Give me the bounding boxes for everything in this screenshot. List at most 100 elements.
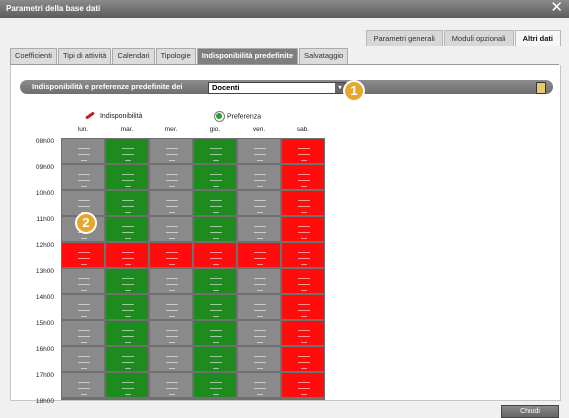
time-slot-cell[interactable] <box>105 190 149 216</box>
time-slot-cell[interactable] <box>281 138 325 164</box>
time-slot-cell[interactable] <box>281 320 325 346</box>
time-slot-cell[interactable] <box>105 138 149 164</box>
time-slot-cell[interactable] <box>193 242 237 268</box>
cell-marker <box>169 368 175 369</box>
time-slot-cell[interactable] <box>193 294 237 320</box>
time-slot-cell[interactable] <box>149 164 193 190</box>
tab-5[interactable]: Salvataggio <box>299 48 349 64</box>
day-label: lun. <box>77 126 89 133</box>
time-slot-cell[interactable] <box>105 164 149 190</box>
tab-1[interactable]: Tipi di attività <box>57 48 112 64</box>
time-slot-cell[interactable] <box>281 268 325 294</box>
time-slot-cell[interactable] <box>149 372 193 398</box>
legend-unavailable[interactable]: Indisponibilità <box>84 111 142 121</box>
time-label: 11h00 <box>36 216 54 223</box>
tab-0[interactable]: Coefficienti <box>10 48 57 64</box>
time-slot-cell[interactable] <box>281 190 325 216</box>
cell-marker <box>125 186 131 187</box>
time-slot-cell[interactable] <box>237 346 281 372</box>
time-slot-cell[interactable] <box>149 346 193 372</box>
time-slot-cell[interactable] <box>61 320 105 346</box>
cell-marker <box>210 388 222 389</box>
time-slot-cell[interactable] <box>149 398 193 400</box>
resource-type-select[interactable]: Docenti ▾ <box>208 82 346 94</box>
cell-marker <box>213 238 219 239</box>
time-slot-cell[interactable] <box>281 372 325 398</box>
subtab-2[interactable]: Altri dati <box>514 30 561 46</box>
time-slot-cell[interactable] <box>237 372 281 398</box>
time-slot-cell[interactable] <box>237 216 281 242</box>
time-slot-cell[interactable] <box>105 346 149 372</box>
time-slot-cell[interactable] <box>193 398 237 400</box>
time-slot-cell[interactable] <box>105 294 149 320</box>
time-slot-cell[interactable] <box>149 268 193 294</box>
time-slot-cell[interactable] <box>193 164 237 190</box>
trash-icon[interactable] <box>536 82 546 94</box>
cell-marker <box>301 186 307 187</box>
time-slot-cell[interactable] <box>61 294 105 320</box>
time-slot-cell[interactable] <box>61 242 105 268</box>
time-slot-cell[interactable] <box>237 138 281 164</box>
time-slot-cell[interactable] <box>61 164 105 190</box>
close-icon[interactable]: ✕ <box>550 0 563 17</box>
time-slot-cell[interactable] <box>237 268 281 294</box>
time-slot-cell[interactable] <box>105 398 149 400</box>
time-slot-cell[interactable] <box>281 216 325 242</box>
tab-2[interactable]: Calendari <box>112 48 155 64</box>
time-slot-cell[interactable] <box>61 138 105 164</box>
close-button[interactable]: Chiudi <box>501 405 559 418</box>
subtab-0[interactable]: Parametri generali <box>365 30 443 46</box>
time-slot-cell[interactable] <box>237 190 281 216</box>
window-title: Parametri della base dati <box>6 4 101 13</box>
time-slot-cell[interactable] <box>149 320 193 346</box>
time-slot-cell[interactable] <box>193 346 237 372</box>
time-slot-cell[interactable] <box>237 398 281 400</box>
time-slot-cell[interactable] <box>61 268 105 294</box>
time-slot-cell[interactable] <box>193 190 237 216</box>
time-slot-cell[interactable] <box>105 372 149 398</box>
time-slot-cell[interactable] <box>61 398 105 400</box>
time-slot-cell[interactable] <box>105 320 149 346</box>
time-slot-cell[interactable] <box>149 190 193 216</box>
cell-marker <box>166 362 178 363</box>
tab-3[interactable]: Tipologie <box>155 48 196 64</box>
tab-4[interactable]: Indisponibilità predefinite <box>196 48 299 64</box>
cell-marker <box>169 238 175 239</box>
cell-marker <box>166 388 178 389</box>
time-slot-cell[interactable] <box>61 372 105 398</box>
cell-marker <box>122 310 134 311</box>
legend-preference[interactable]: Preferenza <box>214 111 261 122</box>
time-slot-cell[interactable] <box>281 242 325 268</box>
time-slot-cell[interactable] <box>149 242 193 268</box>
time-slot-cell[interactable] <box>281 398 325 400</box>
cell-marker <box>301 368 307 369</box>
cell-marker <box>298 356 310 357</box>
day-label: sab. <box>296 126 310 133</box>
time-slot-cell[interactable] <box>193 372 237 398</box>
time-slot-cell[interactable] <box>149 216 193 242</box>
time-slot-cell[interactable] <box>237 294 281 320</box>
time-slot-cell[interactable] <box>61 346 105 372</box>
time-slot-cell[interactable] <box>237 242 281 268</box>
time-slot-cell[interactable] <box>193 138 237 164</box>
cell-marker <box>166 154 178 155</box>
time-slot-cell[interactable] <box>193 216 237 242</box>
time-slot-cell[interactable] <box>149 138 193 164</box>
cell-marker <box>122 206 134 207</box>
cell-marker <box>122 154 134 155</box>
time-slot-cell[interactable] <box>237 320 281 346</box>
time-slot-cell[interactable] <box>149 294 193 320</box>
time-slot-cell[interactable] <box>237 164 281 190</box>
time-slot-cell[interactable] <box>281 346 325 372</box>
time-slot-cell[interactable] <box>105 268 149 294</box>
time-slot-cell[interactable] <box>281 294 325 320</box>
time-slot-cell[interactable] <box>105 242 149 268</box>
time-slot-cell[interactable] <box>105 216 149 242</box>
time-slot-cell[interactable] <box>193 320 237 346</box>
cell-marker <box>298 154 310 155</box>
time-slot-cell[interactable] <box>193 268 237 294</box>
cell-marker <box>166 278 178 279</box>
time-slot-cell[interactable] <box>281 164 325 190</box>
subtab-1[interactable]: Moduli opzionali <box>443 30 514 46</box>
cell-marker <box>125 342 131 343</box>
